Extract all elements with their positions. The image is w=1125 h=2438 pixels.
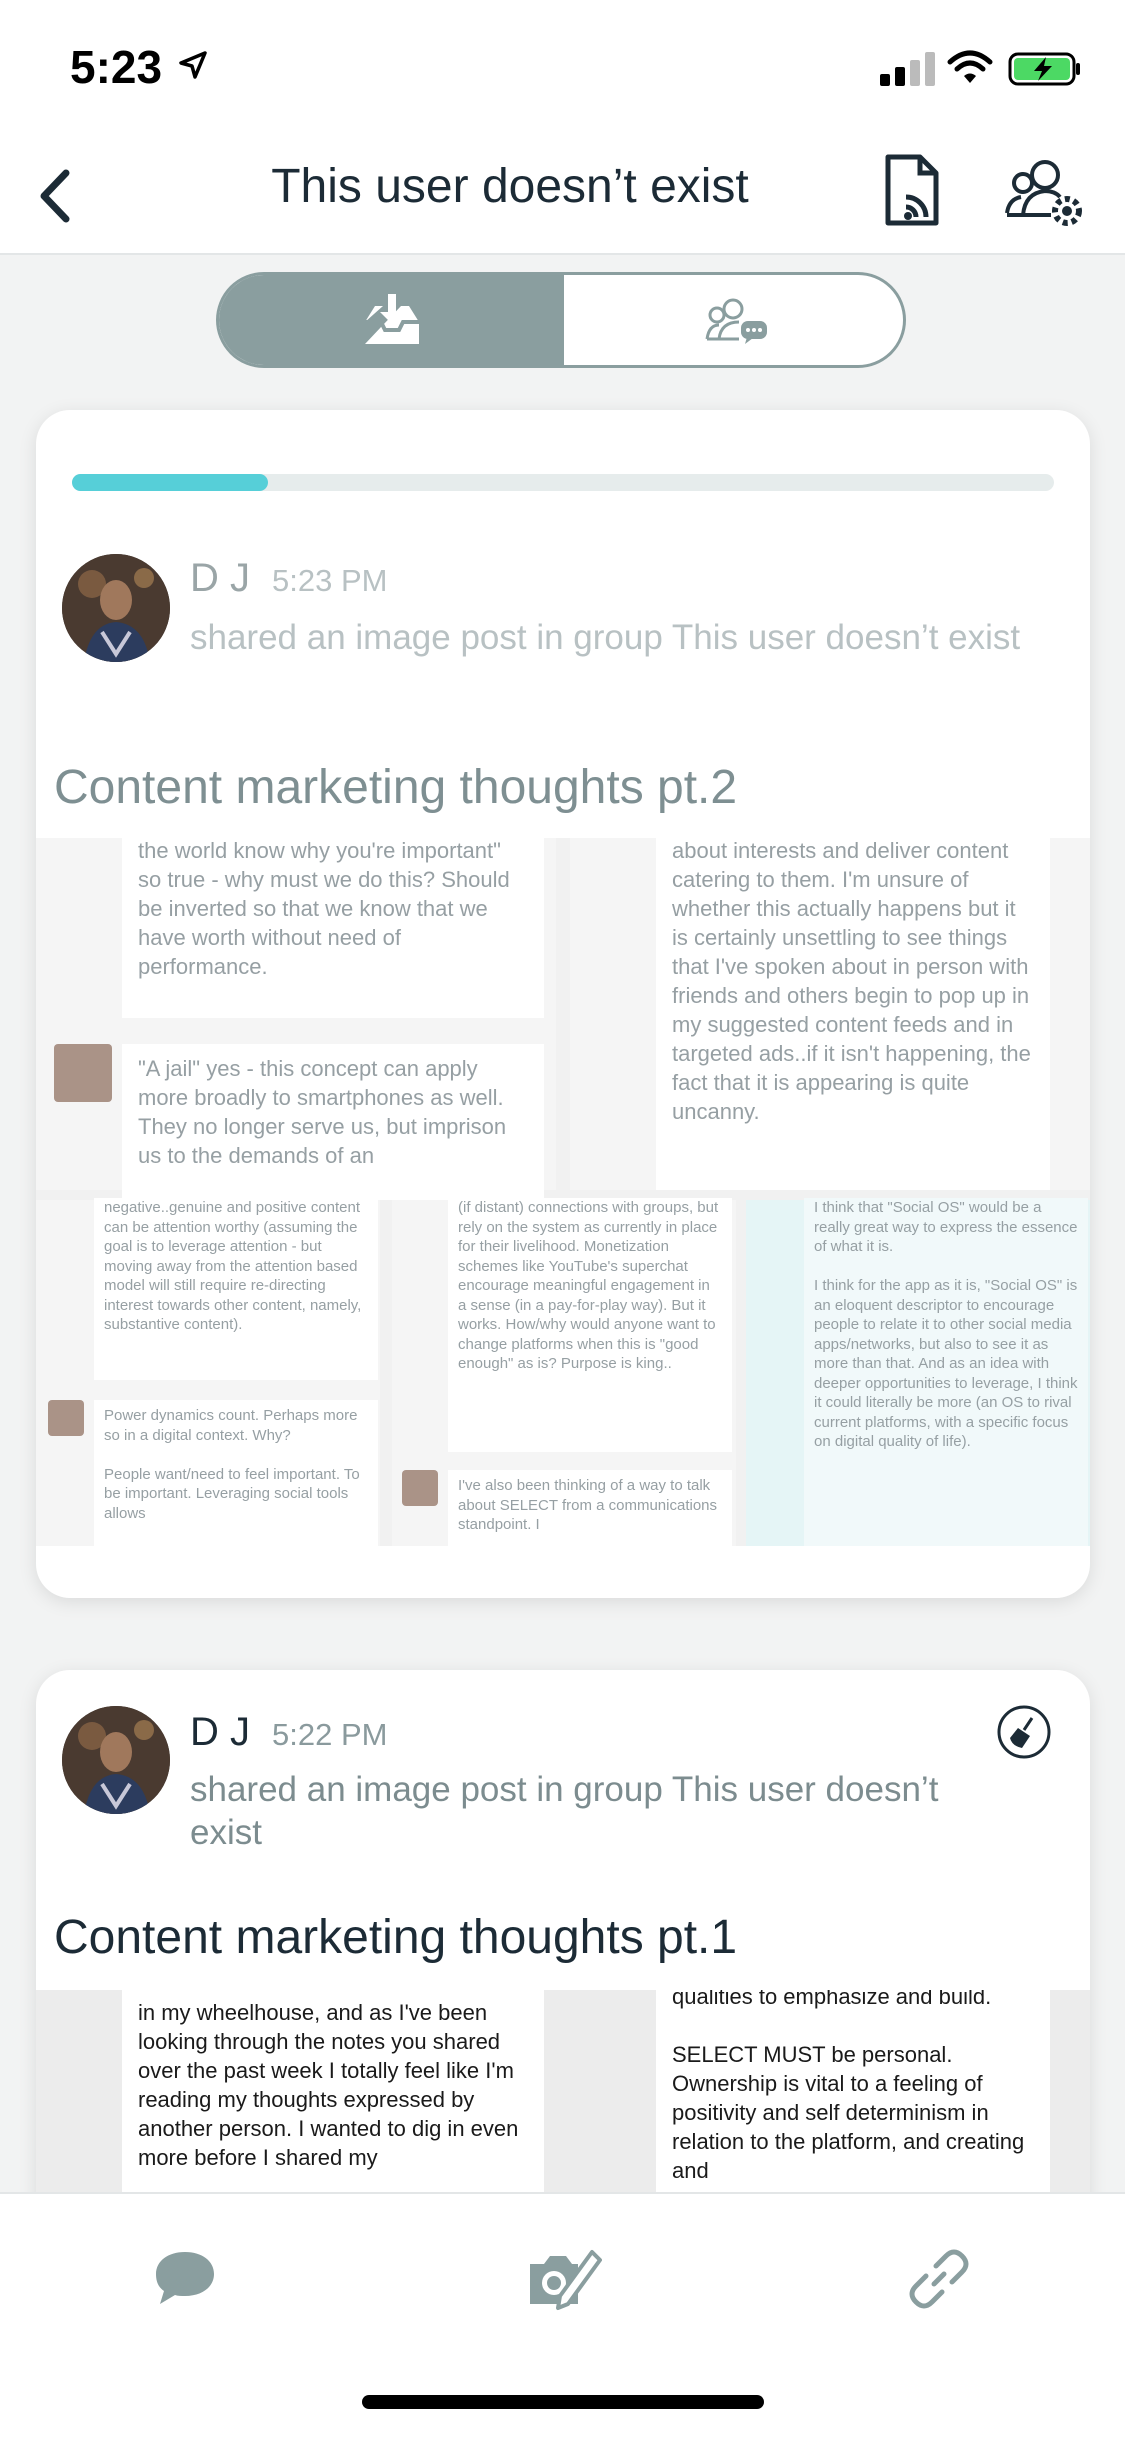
status-time: 5:23 xyxy=(70,41,163,93)
post-image[interactable]: the world know why you're important" so … xyxy=(36,838,1090,1546)
image-text-block: Power dynamics count. Perhaps more so in… xyxy=(94,1400,378,1546)
group-chat-icon xyxy=(705,298,767,344)
image-text-block: the world know why you're important" so … xyxy=(122,838,544,1018)
author-avatar[interactable] xyxy=(62,554,170,662)
home-indicator xyxy=(362,2395,764,2409)
post-card[interactable]: D J 5:23 PM shared an image post in grou… xyxy=(36,410,1090,1598)
page-title: This user doesn’t exist xyxy=(271,160,749,213)
image-text-block: "A jail" yes - this concept can apply mo… xyxy=(122,1044,544,1200)
navigation-bar: This user doesn’t exist xyxy=(0,135,1125,255)
broom-clean-icon[interactable] xyxy=(996,1704,1052,1760)
image-text-block: I've also been thinking of a way to talk… xyxy=(448,1470,732,1546)
inbox-download-icon xyxy=(364,294,419,344)
post-time: 5:22 PM xyxy=(272,1717,388,1752)
battery-charging-icon xyxy=(1008,52,1080,86)
post-time: 5:23 PM xyxy=(272,563,388,598)
author-name[interactable]: D J xyxy=(190,556,250,601)
chat-bubble-icon[interactable] xyxy=(152,2246,218,2312)
author-name[interactable]: D J xyxy=(190,1710,250,1755)
image-avatar xyxy=(402,1470,438,1506)
image-avatar xyxy=(54,1044,112,1102)
status-bar: 5:23 xyxy=(0,0,1125,135)
location-arrow-icon xyxy=(179,51,207,79)
upload-progress-fill xyxy=(72,474,269,491)
image-avatar xyxy=(48,1400,84,1436)
author-avatar[interactable] xyxy=(62,1706,170,1814)
post-activity: shared an image post in group This user … xyxy=(190,618,1021,657)
image-text-block: I think that "Social OS" would be a real… xyxy=(804,1198,1088,1546)
wifi-icon xyxy=(947,50,993,83)
post-activity: shared an image post in group This user … xyxy=(190,1770,939,1852)
image-text-block: (if distant) connections with groups, bu… xyxy=(448,1198,732,1452)
segmented-control xyxy=(216,272,906,368)
post-title: Content marketing thoughts pt.1 xyxy=(54,1911,738,1964)
file-cast-icon[interactable] xyxy=(880,153,946,229)
upload-progress-bar xyxy=(72,474,1054,491)
back-chevron-icon[interactable] xyxy=(30,163,80,229)
cellular-signal-icon xyxy=(880,52,936,86)
post-title: Content marketing thoughts pt.2 xyxy=(54,761,738,814)
camera-edit-icon[interactable] xyxy=(526,2246,602,2312)
group-settings-icon[interactable] xyxy=(1005,155,1085,231)
avatar-photo xyxy=(62,554,170,662)
avatar-photo xyxy=(62,1706,170,1814)
tab-group-chat[interactable] xyxy=(564,275,903,365)
link-icon[interactable] xyxy=(906,2246,972,2312)
image-text-block: negative..genuine and positive content c… xyxy=(94,1198,378,1380)
tab-shared-posts[interactable] xyxy=(219,275,564,365)
image-text-block: about interests and deliver content cate… xyxy=(656,838,1050,1190)
